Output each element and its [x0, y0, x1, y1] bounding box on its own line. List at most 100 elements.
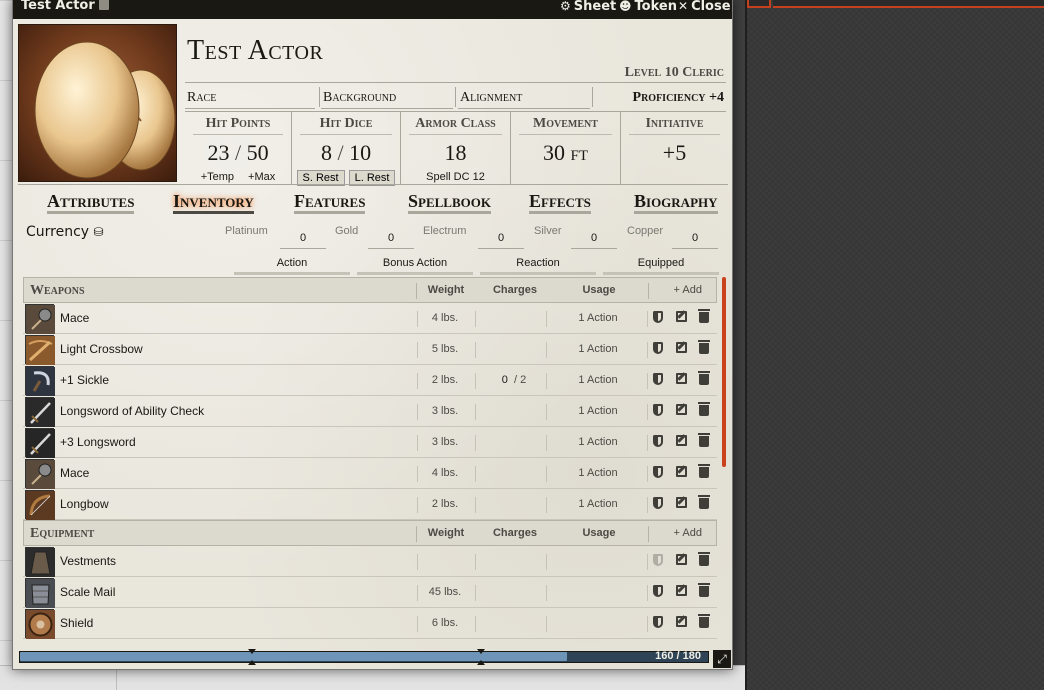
trash-icon[interactable] [697, 614, 711, 631]
trash-icon[interactable] [697, 464, 711, 481]
filter-equipped[interactable]: Equipped [603, 255, 719, 275]
equip-toggle-icon[interactable] [651, 585, 665, 600]
sickle-icon[interactable] [25, 366, 55, 396]
edit-icon[interactable] [674, 404, 688, 418]
equip-toggle-icon[interactable] [651, 373, 665, 388]
edit-icon[interactable] [674, 373, 688, 387]
item-usage[interactable]: 1 Action [553, 374, 643, 386]
filter-action[interactable]: Action [234, 255, 350, 275]
crossbow-icon[interactable] [25, 335, 55, 365]
equip-toggle-icon[interactable] [651, 497, 665, 512]
edit-icon[interactable] [674, 342, 688, 356]
filter-reaction[interactable]: Reaction [480, 255, 596, 275]
edit-icon[interactable] [674, 585, 688, 599]
sword-icon[interactable] [25, 397, 55, 427]
item-name[interactable]: Shield [60, 616, 93, 630]
robe-icon[interactable] [25, 547, 55, 577]
edit-icon[interactable] [674, 554, 688, 568]
token-button[interactable]: ☻ Token [619, 0, 677, 14]
trash-icon[interactable] [697, 309, 711, 326]
item-charges[interactable]: 0 / 2 [481, 374, 547, 386]
actor-portrait[interactable] [18, 24, 177, 182]
item-usage[interactable]: 1 Action [553, 498, 643, 510]
tab-spellbook[interactable]: Spellbook [408, 191, 491, 214]
sheet-button[interactable]: ⚙ Sheet [560, 0, 616, 14]
electrum-input[interactable]: 0 [478, 227, 524, 249]
resize-handle-icon[interactable]: ⤢ [713, 650, 731, 668]
item-usage[interactable]: 1 Action [553, 467, 643, 479]
item-usage[interactable]: 1 Action [553, 436, 643, 448]
trash-icon[interactable] [697, 552, 711, 569]
actor-name[interactable]: Test Actor [187, 35, 323, 67]
hp-max[interactable]: 50 [247, 140, 269, 165]
inventory-list[interactable]: Weapons Weight Charges Usage + Add Mace 4… [23, 277, 717, 651]
copper-input[interactable]: 0 [672, 227, 718, 249]
trash-icon[interactable] [697, 402, 711, 419]
temp-max-field[interactable]: +Max [248, 171, 275, 183]
edit-icon[interactable] [674, 497, 688, 511]
item-name[interactable]: Scale Mail [60, 585, 115, 599]
filter-bonus-action[interactable]: Bonus Action [357, 255, 473, 275]
armor-icon[interactable] [25, 578, 55, 608]
inventory-item-row[interactable]: Scale Mail 45 lbs. [23, 577, 717, 608]
document-id-icon[interactable] [98, 0, 109, 10]
mace-icon[interactable] [25, 459, 55, 489]
equip-toggle-icon[interactable] [651, 311, 665, 326]
edit-icon[interactable] [674, 311, 688, 325]
alignment-field[interactable]: Alignment [460, 90, 522, 106]
inventory-item-row[interactable]: Shield 6 lbs. [23, 608, 717, 639]
item-usage[interactable]: 1 Action [553, 343, 643, 355]
shield-icon[interactable] [25, 609, 55, 639]
trash-icon[interactable] [697, 340, 711, 357]
trash-icon[interactable] [697, 371, 711, 388]
trash-icon[interactable] [697, 433, 711, 450]
trash-icon[interactable] [697, 583, 711, 600]
item-charges[interactable] [481, 343, 547, 355]
item-name[interactable]: Vestments [60, 554, 116, 568]
item-name[interactable]: Longbow [60, 497, 109, 511]
inventory-item-row[interactable]: Mace 4 lbs. 1 Action [23, 458, 717, 489]
inventory-item-row[interactable]: +3 Longsword 3 lbs. 1 Action [23, 427, 717, 458]
equip-toggle-icon[interactable] [651, 616, 665, 631]
tab-features[interactable]: Features [294, 191, 366, 214]
edit-icon[interactable] [674, 466, 688, 480]
close-button[interactable]: ✕ Close [678, 0, 731, 14]
equip-toggle-icon[interactable] [651, 554, 665, 569]
tab-attributes[interactable]: Attributes [47, 191, 135, 214]
add-weapon-button[interactable]: + Add [674, 284, 702, 296]
platinum-input[interactable]: 0 [280, 227, 326, 249]
item-name[interactable]: +3 Longsword [60, 435, 136, 449]
tab-biography[interactable]: Biography [634, 191, 718, 214]
item-usage[interactable]: 1 Action [553, 405, 643, 417]
item-name[interactable]: Mace [60, 466, 89, 480]
sword-icon[interactable] [25, 428, 55, 458]
movement-value[interactable]: 30 ft [511, 140, 620, 166]
race-field[interactable]: Race [187, 90, 216, 106]
edit-icon[interactable] [674, 435, 688, 449]
equip-toggle-icon[interactable] [651, 435, 665, 450]
window-titlebar[interactable]: Test Actor ⚙ Sheet ☻ Token ✕ Close [13, 0, 732, 19]
initiative-label[interactable]: Initiative [621, 116, 728, 132]
hp-current[interactable]: 23 [207, 140, 229, 165]
item-charges[interactable] [481, 312, 547, 324]
inventory-item-row[interactable]: Vestments [23, 546, 717, 577]
add-equipment-button[interactable]: + Add [674, 527, 702, 539]
trash-icon[interactable] [697, 495, 711, 512]
inventory-item-row[interactable]: Longbow 2 lbs. 1 Action [23, 489, 717, 520]
inventory-item-row[interactable]: Mace 4 lbs. 1 Action [23, 303, 717, 334]
item-name[interactable]: Longsword of Ability Check [60, 404, 204, 418]
item-usage[interactable]: 1 Action [553, 312, 643, 324]
temp-hp-field[interactable]: +Temp [201, 171, 234, 183]
background-field[interactable]: Background [323, 90, 396, 106]
bow-icon[interactable] [25, 490, 55, 520]
inventory-item-row[interactable]: Light Crossbow 5 lbs. 1 Action [23, 334, 717, 365]
inventory-scrollbar[interactable] [722, 277, 726, 467]
equip-toggle-icon[interactable] [651, 466, 665, 481]
tab-effects[interactable]: Effects [529, 191, 591, 214]
item-charges[interactable] [481, 436, 547, 448]
tab-inventory[interactable]: Inventory [173, 191, 254, 214]
mace-icon[interactable] [25, 304, 55, 334]
item-charges[interactable] [481, 467, 547, 479]
hud-button[interactable] [747, 0, 771, 8]
equip-toggle-icon[interactable] [651, 404, 665, 419]
